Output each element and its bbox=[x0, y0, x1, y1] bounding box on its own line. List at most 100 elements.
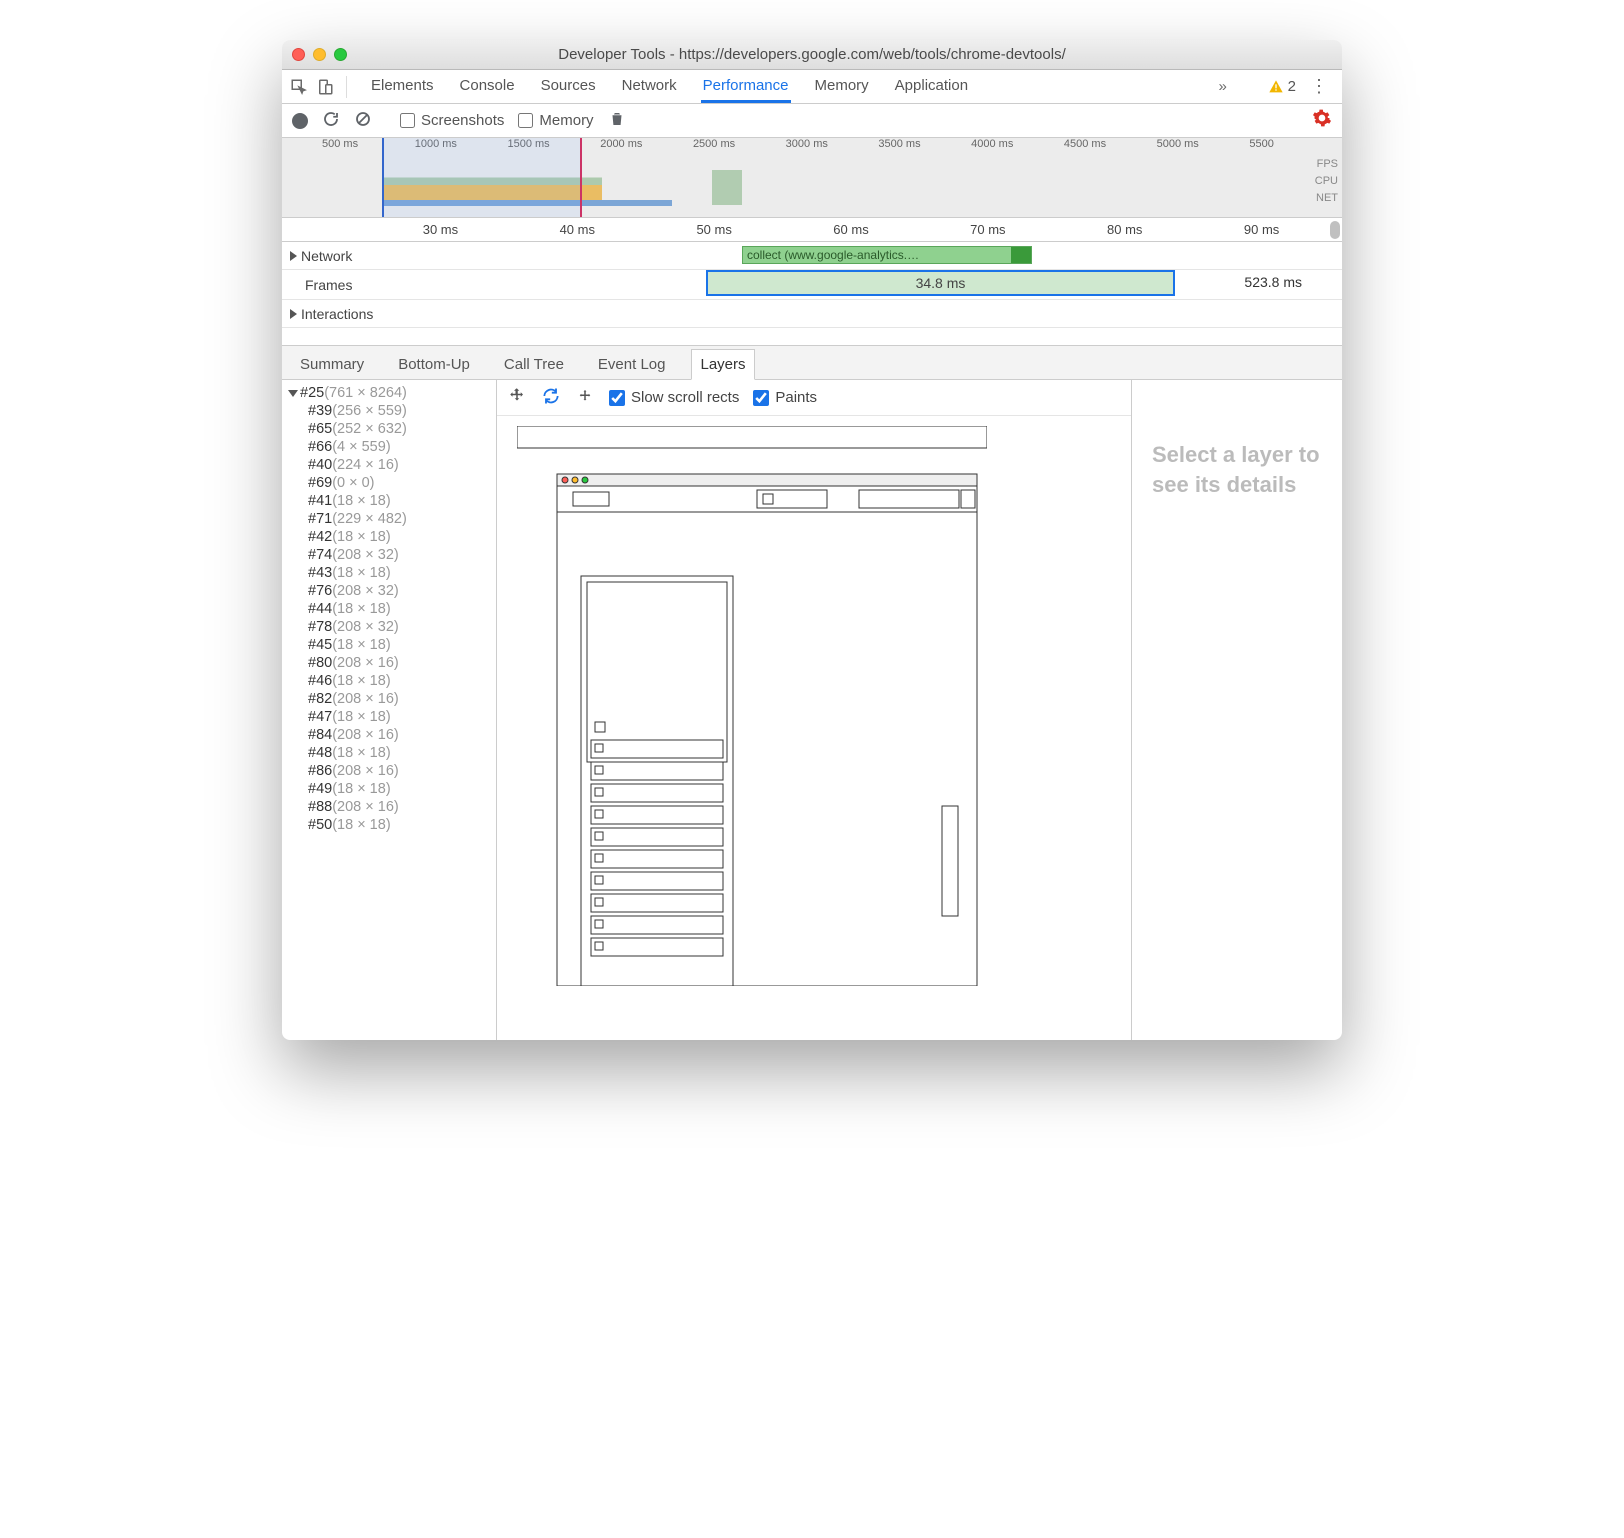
slow-scroll-rects-checkbox[interactable]: Slow scroll rects bbox=[609, 389, 739, 406]
minimize-icon[interactable] bbox=[313, 48, 326, 61]
layer-id: #42 bbox=[308, 529, 332, 545]
memory-checkbox[interactable]: Memory bbox=[518, 112, 593, 129]
screenshots-checkbox-input[interactable] bbox=[400, 113, 415, 128]
ruler-ticks: 30 ms40 ms50 ms60 ms70 ms80 ms90 ms bbox=[372, 222, 1330, 237]
layer-dimensions: (18 × 18) bbox=[332, 817, 390, 833]
overview-tick: 4000 ms bbox=[971, 138, 1064, 154]
layer-dimensions: (229 × 482) bbox=[332, 511, 407, 527]
frames-track-label: Frames bbox=[305, 277, 352, 293]
warning-badge[interactable]: 2 bbox=[1268, 78, 1296, 95]
overview-selection[interactable] bbox=[382, 138, 582, 217]
memory-checkbox-input[interactable] bbox=[518, 113, 533, 128]
overview-tick: 3000 ms bbox=[786, 138, 879, 154]
rotate-icon[interactable] bbox=[541, 386, 561, 410]
layer-tree[interactable]: #25(761 × 8264)#39(256 × 559)#65(252 × 6… bbox=[282, 380, 497, 1040]
layer-dimensions: (18 × 18) bbox=[332, 745, 390, 761]
frame-bar-selected[interactable]: 34.8 ms bbox=[706, 270, 1175, 296]
tab-network[interactable]: Network bbox=[620, 71, 679, 103]
disclosure-icon[interactable] bbox=[290, 251, 297, 261]
tab-memory[interactable]: Memory bbox=[813, 71, 871, 103]
subtab-event-log[interactable]: Event Log bbox=[590, 350, 674, 379]
layer-tree-item[interactable]: #45(18 × 18) bbox=[282, 636, 496, 654]
layer-tree-item[interactable]: #66(4 × 559) bbox=[282, 438, 496, 456]
paints-checkbox[interactable]: Paints bbox=[753, 389, 817, 406]
layer-tree-item[interactable]: #42(18 × 18) bbox=[282, 528, 496, 546]
reset-view-icon[interactable] bbox=[575, 387, 595, 409]
cpu-label: CPU bbox=[1315, 173, 1338, 190]
layer-id: #65 bbox=[308, 421, 332, 437]
layer-id: #40 bbox=[308, 457, 332, 473]
screenshots-checkbox[interactable]: Screenshots bbox=[400, 112, 504, 129]
layer-tree-item[interactable]: #88(208 × 16) bbox=[282, 798, 496, 816]
tab-sources[interactable]: Sources bbox=[539, 71, 598, 103]
inspect-element-icon[interactable] bbox=[290, 78, 308, 96]
window-controls bbox=[292, 48, 347, 61]
layer-tree-item[interactable]: #41(18 × 18) bbox=[282, 492, 496, 510]
layer-tree-item[interactable]: #80(208 × 16) bbox=[282, 654, 496, 672]
slow-scroll-rects-input[interactable] bbox=[609, 390, 625, 406]
pan-icon[interactable] bbox=[507, 387, 527, 409]
layer-dimensions: (18 × 18) bbox=[332, 637, 390, 653]
disclosure-icon[interactable] bbox=[290, 309, 297, 319]
layer-tree-item[interactable]: #78(208 × 32) bbox=[282, 618, 496, 636]
layer-tree-item[interactable]: #40(224 × 16) bbox=[282, 456, 496, 474]
ruler-tick: 70 ms bbox=[919, 222, 1056, 237]
network-request-bar[interactable]: collect (www.google-analytics.… bbox=[742, 246, 1032, 264]
subtab-call-tree[interactable]: Call Tree bbox=[496, 350, 572, 379]
layer-tree-item[interactable]: #47(18 × 18) bbox=[282, 708, 496, 726]
layer-id: #74 bbox=[308, 547, 332, 563]
disclosure-icon[interactable] bbox=[288, 390, 298, 397]
tab-console[interactable]: Console bbox=[458, 71, 517, 103]
layer-tree-item[interactable]: #74(208 × 32) bbox=[282, 546, 496, 564]
layer-tree-item[interactable]: #82(208 × 16) bbox=[282, 690, 496, 708]
tab-performance[interactable]: Performance bbox=[701, 71, 791, 103]
layer-id: #71 bbox=[308, 511, 332, 527]
frame-duration: 34.8 ms bbox=[916, 275, 966, 291]
flame-chart-ruler[interactable]: s 30 ms40 ms50 ms60 ms70 ms80 ms90 ms bbox=[282, 218, 1342, 242]
frames-track[interactable]: Frames 34.8 ms 523.8 ms bbox=[282, 270, 1342, 300]
layer-id: #44 bbox=[308, 601, 332, 617]
clear-icon[interactable] bbox=[354, 110, 372, 132]
layer-tree-item[interactable]: #65(252 × 632) bbox=[282, 420, 496, 438]
layer-tree-item[interactable]: #49(18 × 18) bbox=[282, 780, 496, 798]
tab-application[interactable]: Application bbox=[893, 71, 970, 103]
layer-tree-item[interactable]: #50(18 × 18) bbox=[282, 816, 496, 834]
subtab-layers[interactable]: Layers bbox=[691, 349, 754, 380]
layer-id: #46 bbox=[308, 673, 332, 689]
garbage-collect-icon[interactable] bbox=[608, 110, 626, 132]
layer-tree-item[interactable]: #86(208 × 16) bbox=[282, 762, 496, 780]
reload-icon[interactable] bbox=[322, 110, 340, 132]
layer-tree-item[interactable]: #39(256 × 559) bbox=[282, 402, 496, 420]
layer-tree-item[interactable]: #69(0 × 0) bbox=[282, 474, 496, 492]
maximize-icon[interactable] bbox=[334, 48, 347, 61]
layer-tree-item[interactable]: #44(18 × 18) bbox=[282, 600, 496, 618]
layer-id: #69 bbox=[308, 475, 332, 491]
network-track[interactable]: Network collect (www.google-analytics.… bbox=[282, 242, 1342, 270]
layer-tree-item[interactable]: #48(18 × 18) bbox=[282, 744, 496, 762]
tab-elements[interactable]: Elements bbox=[369, 71, 436, 103]
layer-tree-item[interactable]: #43(18 × 18) bbox=[282, 564, 496, 582]
memory-label: Memory bbox=[539, 112, 593, 129]
layer-tree-item[interactable]: #25(761 × 8264) bbox=[282, 384, 496, 402]
interactions-track[interactable]: Interactions bbox=[282, 300, 1342, 328]
scrollbar[interactable] bbox=[1330, 221, 1340, 239]
layer-tree-item[interactable]: #76(208 × 32) bbox=[282, 582, 496, 600]
layer-dimensions: (18 × 18) bbox=[332, 709, 390, 725]
record-button-icon[interactable] bbox=[292, 113, 308, 129]
devtools-menu-icon[interactable]: ⋮ bbox=[1304, 76, 1334, 97]
layer-visualization[interactable] bbox=[497, 416, 1131, 1040]
timeline-overview[interactable]: 500 ms1000 ms1500 ms2000 ms2500 ms3000 m… bbox=[282, 138, 1342, 218]
subtab-summary[interactable]: Summary bbox=[292, 350, 372, 379]
layer-tree-item[interactable]: #84(208 × 16) bbox=[282, 726, 496, 744]
device-toggle-icon[interactable] bbox=[316, 78, 334, 96]
details-hint: Select a layer to see its details bbox=[1152, 440, 1322, 499]
ruler-tick: 50 ms bbox=[646, 222, 783, 237]
layer-tree-item[interactable]: #71(229 × 482) bbox=[282, 510, 496, 528]
close-icon[interactable] bbox=[292, 48, 305, 61]
layer-dimensions: (208 × 16) bbox=[332, 655, 399, 671]
layer-tree-item[interactable]: #46(18 × 18) bbox=[282, 672, 496, 690]
settings-gear-icon[interactable] bbox=[1312, 108, 1332, 133]
subtab-bottom-up[interactable]: Bottom-Up bbox=[390, 350, 478, 379]
more-tabs-icon[interactable]: » bbox=[1214, 78, 1232, 96]
paints-input[interactable] bbox=[753, 390, 769, 406]
